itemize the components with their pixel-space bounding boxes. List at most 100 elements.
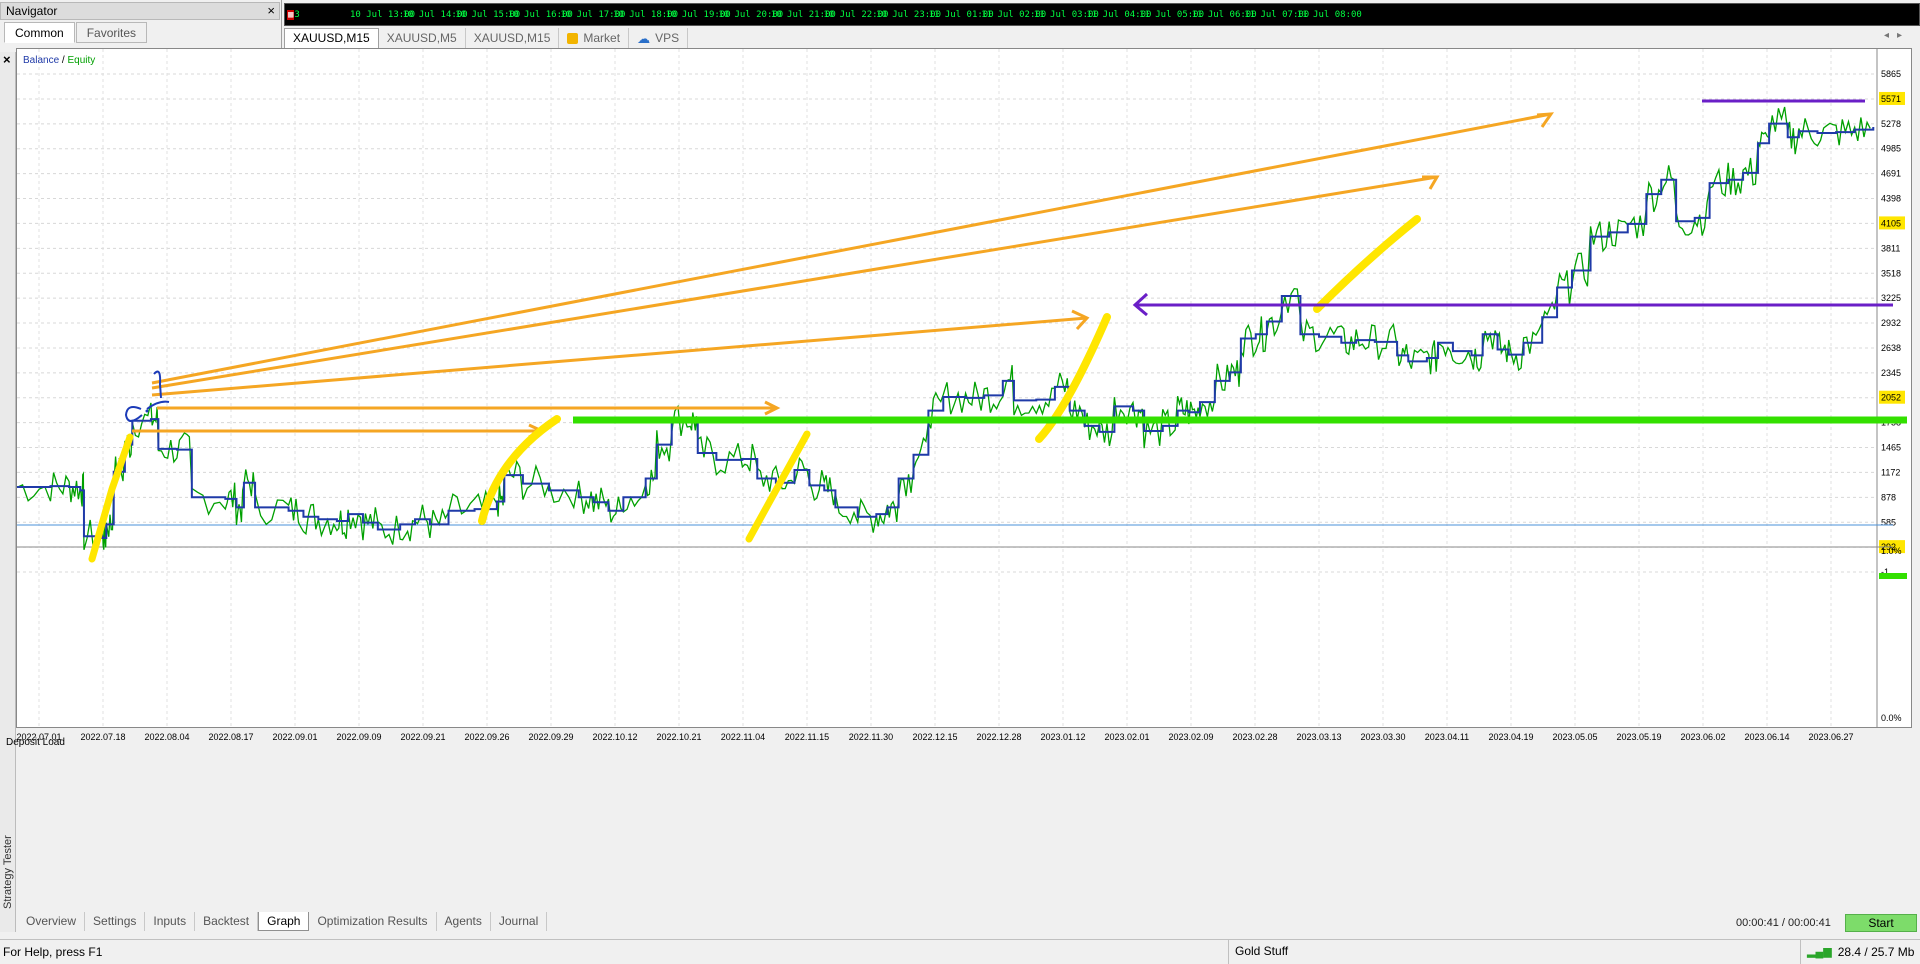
y-tick-label: 5571 [1881,94,1901,104]
x-tick-label: 2023.02.09 [1168,732,1213,742]
status-help-text: For Help, press F1 [3,945,103,959]
tester-tab-agents[interactable]: Agents [437,911,491,931]
x-tick-label: 2022.09.09 [336,732,381,742]
tester-tabs: Overview Settings Inputs Backtest Graph Optim… [18,910,548,932]
x-tick-label: 2023.05.19 [1616,732,1661,742]
y-tick-label: 2638 [1881,343,1901,353]
tester-tab-graph[interactable]: Graph [258,911,310,931]
tester-tab-settings[interactable]: Settings [85,911,146,931]
y-tick-label: 4398 [1881,194,1901,204]
status-traffic: ▂▄▆ 28.4 / 25.7 Mb [1800,940,1920,964]
x-tick-label: 2023.04.11 [1425,732,1469,742]
chart-tab-xauusd-m15-2[interactable]: XAUUSD,M15 [466,28,560,48]
tester-tab-inputs[interactable]: Inputs [145,911,196,931]
y-tick-label: 3225 [1881,293,1901,303]
legend-balance: Balance [23,55,60,66]
navigator-panel: Navigator × Common Favorites [0,0,282,48]
y-tick-label: 585 [1881,517,1896,527]
bag-icon [567,32,579,44]
strategy-tester-label: Strategy Tester [2,835,14,909]
chart-legend: Balance / Equity [23,55,95,66]
x-tick-label: 2022.10.21 [656,732,701,742]
x-tick-label: 2023.06.14 [1744,732,1789,742]
x-tick-label: 2022.09.29 [528,732,573,742]
tester-tab-overview[interactable]: Overview [18,911,86,931]
y-tick-label: 3518 [1881,268,1901,278]
tab-scroll-arrows[interactable]: ◂▸ [1884,30,1910,41]
signal-bars-icon: ▂▄▆ [1807,945,1832,958]
time-label: 11 Jul 08:00 [1296,10,1362,20]
y-tick-label: 4105 [1881,218,1901,228]
market-tab[interactable]: Market [559,28,630,48]
handwritten-dot [145,409,149,413]
y-tick-label: 4691 [1881,169,1901,179]
vps-tab[interactable]: ☁ VPS [629,28,689,48]
status-profile: Gold Stuff [1228,940,1788,964]
legend-equity: Equity [67,55,96,66]
y-tick-label: 1172 [1881,467,1900,477]
x-tick-label: 2022.11.15 [785,732,829,742]
x-tick-label: 2022.09.01 [272,732,317,742]
elapsed-time: 00:00:41 / 00:00:41 [1736,917,1831,929]
chart-tabs: XAUUSD,M15 XAUUSD,M5 XAUUSD,M15 Market ☁… [284,27,1920,49]
orange-arrowhead-1 [1536,112,1555,128]
cloud-icon: ☁ [637,30,651,46]
y-tick-label: 5865 [1881,69,1901,79]
y-tick-label: 4985 [1881,144,1901,154]
x-tick-label: 2023.03.13 [1296,732,1341,742]
yellow-stroke-3 [745,430,811,543]
tester-tab-optimization-results[interactable]: Optimization Results [309,911,437,931]
deposit-load-label: Deposit Load [6,737,65,748]
x-tick-label: 2023.02.01 [1104,732,1149,742]
tester-graph: 5865 5571 5278 4985 4691 4398 4105 3811 3518 3225… [16,48,1912,742]
y-tick-label: 3811 [1881,243,1900,253]
navigator-tabs: Common Favorites [4,22,148,44]
tester-close-icon[interactable]: × [3,52,11,67]
yellow-stroke-1 [88,433,134,563]
handwritten-zero [124,406,143,422]
time-scale-strip: ▦3 10 Jul 13:00 10 Jul 14:00 10 Jul 15:00 1… [284,3,1920,26]
deposit-scale-label: 0.0% [1881,713,1902,723]
x-tick-label: 2022.08.17 [208,732,253,742]
x-tick-label: 2023.06.02 [1680,732,1725,742]
y-tick-label: 1465 [1881,443,1901,453]
traffic-text: 28.4 / 25.7 Mb [1837,944,1915,959]
strategy-tester-sidebar [0,52,16,932]
tab-common[interactable]: Common [4,22,75,43]
close-icon[interactable]: × [267,4,275,18]
x-tick-label: 2022.09.26 [464,732,509,742]
x-tick-label: 2022.12.28 [976,732,1021,742]
chart-tab-xauusd-m15[interactable]: XAUUSD,M15 [284,28,379,48]
y-tick-label: 878 [1881,492,1896,502]
tester-tab-backtest[interactable]: Backtest [195,911,259,931]
x-tick-label: 2022.11.04 [721,732,765,742]
y-tick-label: 5278 [1881,119,1901,129]
y-tick-label: 2052 [1881,393,1901,403]
tab-favorites[interactable]: Favorites [75,22,148,43]
y-tick-label: 2932 [1881,318,1901,328]
x-tick-label: 2023.02.28 [1232,732,1277,742]
x-tick-label: 2023.06.27 [1808,732,1853,742]
chart-tab-xauusd-m5[interactable]: XAUUSD,M5 [379,28,466,48]
time-label-partial: ▦3 [287,10,300,20]
orange-arrow-2 [151,175,1438,390]
x-tick-label: 2023.01.12 [1040,732,1085,742]
x-tick-label: 2022.12.15 [912,732,957,742]
status-bar: For Help, press F1 Gold Stuff ▂▄▆ 28.4 /… [0,939,1920,964]
yellow-stroke-5 [1313,215,1421,313]
x-tick-label: 2022.10.12 [592,732,637,742]
x-tick-label: 2022.07.18 [80,732,125,742]
navigator-title: Navigator [6,4,58,18]
tester-tab-journal[interactable]: Journal [491,911,548,931]
market-tab-label: Market [583,30,621,45]
x-tick-label: 2022.11.30 [849,732,893,742]
x-tick-label: 2022.08.04 [144,732,189,742]
start-button[interactable]: Start [1845,914,1917,932]
navigator-title-bar: Navigator × [0,2,280,20]
vps-tab-label: VPS [655,30,680,45]
x-tick-label: 2023.05.05 [1552,732,1597,742]
y-tick-label: 2345 [1881,368,1901,378]
x-tick-label: 2022.09.21 [400,732,445,742]
x-tick-label: 2023.03.30 [1360,732,1405,742]
balance-equity-chart: 5865 5571 5278 4985 4691 4398 4105 3811 3518 3225… [16,49,1907,742]
